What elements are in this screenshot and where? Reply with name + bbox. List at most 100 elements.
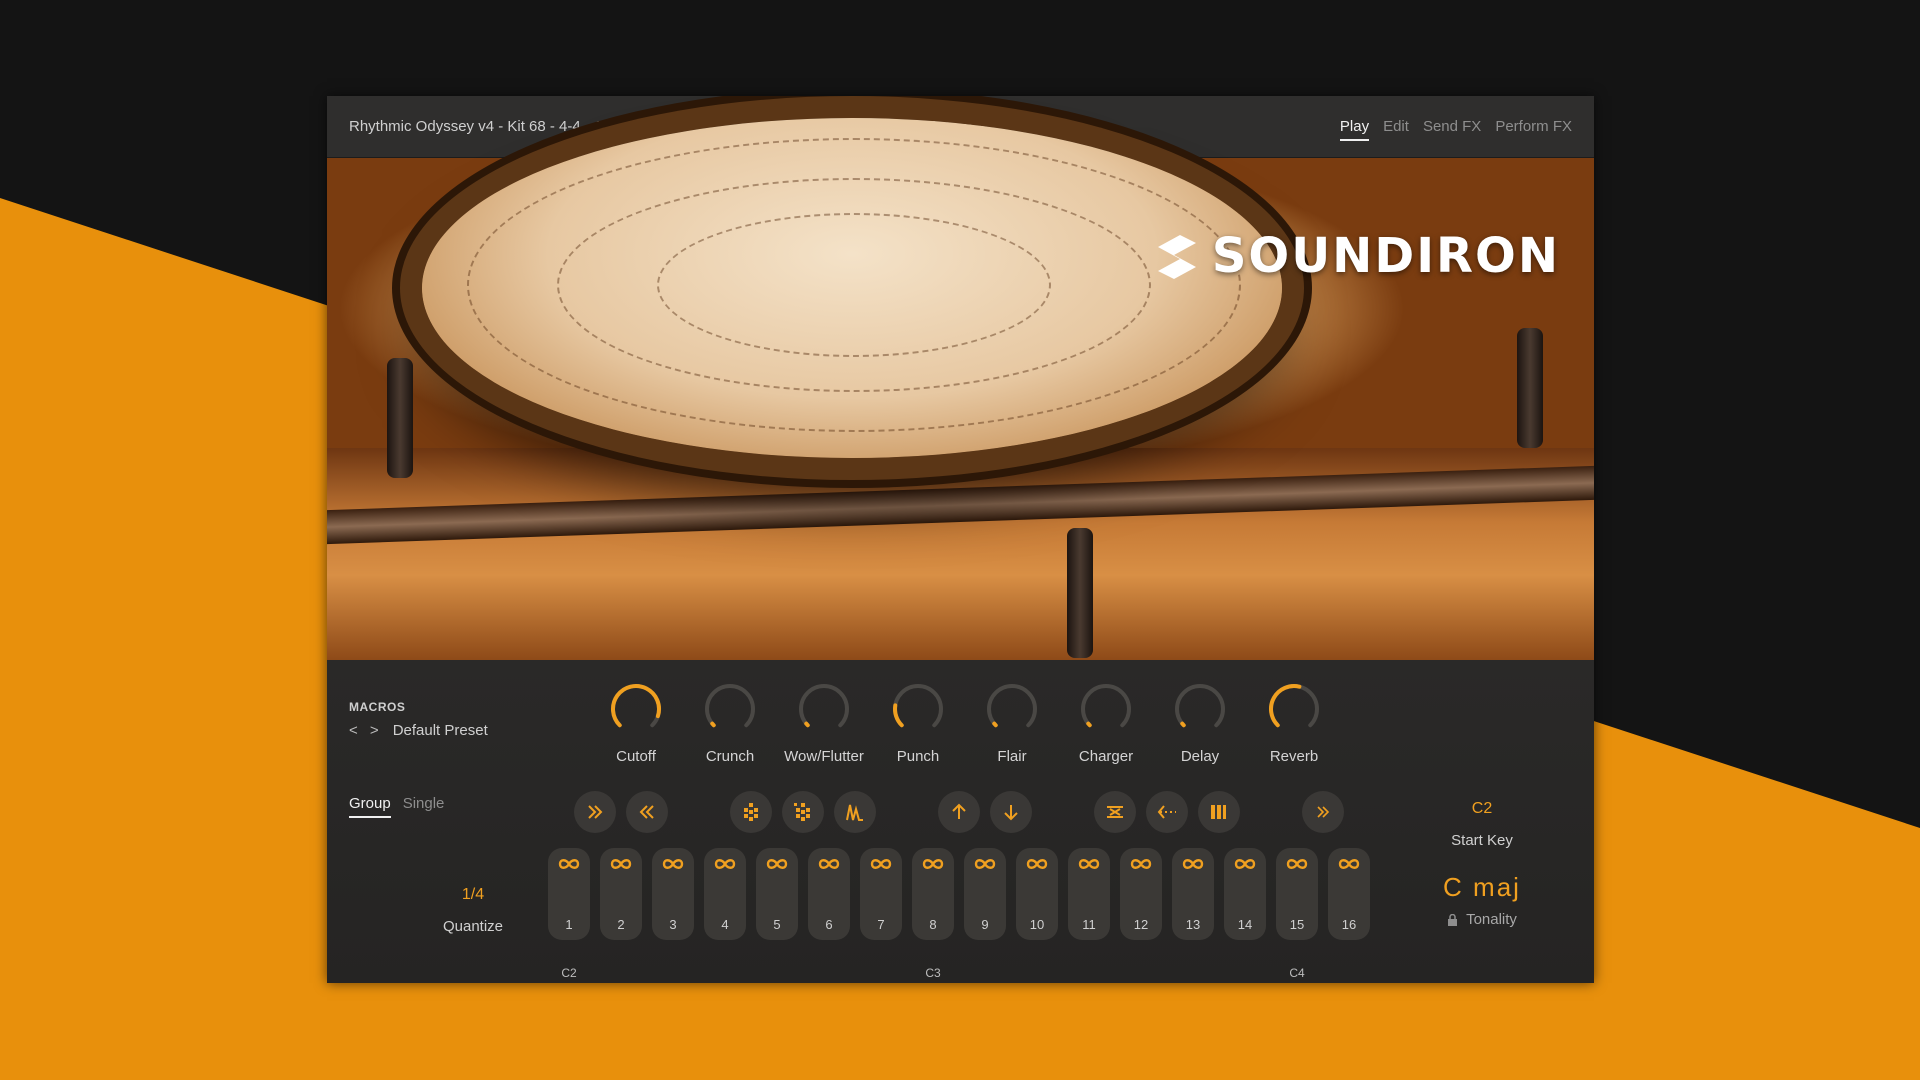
knob-cutoff[interactable]: Cutoff xyxy=(589,682,683,765)
octave-label-c2: C2 xyxy=(561,966,577,980)
tab-edit[interactable]: Edit xyxy=(1383,118,1409,141)
knob-label: Wow/Flutter xyxy=(784,748,864,765)
infinity-icon xyxy=(1078,859,1100,869)
randomize-grid-button[interactable] xyxy=(782,791,824,833)
arrow-down-button[interactable] xyxy=(990,791,1032,833)
infinity-icon xyxy=(766,859,788,869)
double-chevron-left-button[interactable] xyxy=(626,791,668,833)
knob-flair[interactable]: Flair xyxy=(965,682,1059,765)
arrow-down-icon xyxy=(1004,805,1018,821)
start-key-control[interactable]: C2 Start Key xyxy=(1417,800,1547,849)
pad-number: 16 xyxy=(1341,917,1357,932)
soundiron-logo: SOUNDIRON xyxy=(1150,228,1560,284)
pad-number: 8 xyxy=(929,917,937,932)
tonality-label-row: Tonality xyxy=(1417,911,1547,928)
double-chevron-right-button[interactable] xyxy=(574,791,616,833)
tab-perform-fx[interactable]: Perform FX xyxy=(1495,118,1572,141)
knob-label: Reverb xyxy=(1269,748,1319,765)
tab-single[interactable]: Single xyxy=(403,795,445,818)
loop-pad-16[interactable]: 16 xyxy=(1328,848,1370,940)
shuffle-grid-button[interactable] xyxy=(730,791,772,833)
arrow-up-icon xyxy=(952,803,966,819)
infinity-icon xyxy=(1182,859,1204,869)
tab-group[interactable]: Group xyxy=(349,795,391,818)
bars-button[interactable] xyxy=(1198,791,1240,833)
main-nav: Play Edit Send FX Perform FX xyxy=(1339,118,1572,141)
knob-wow-flutter[interactable]: Wow/Flutter xyxy=(777,682,871,765)
knob-crunch[interactable]: Crunch xyxy=(683,682,777,765)
knob-label: Punch xyxy=(896,748,940,765)
tonality-value[interactable]: C maj xyxy=(1417,872,1547,903)
forward-icon xyxy=(1317,806,1330,818)
macro-preset-selector: < > Default Preset xyxy=(349,722,488,739)
reverse-icon xyxy=(1157,805,1176,819)
preset-title: Rhythmic Odyssey v4 - Kit 68 - 4-4 - 150… xyxy=(349,118,649,135)
tonality-key[interactable]: C xyxy=(1443,872,1464,902)
quantize-control[interactable]: 1/4 Quantize xyxy=(423,886,523,935)
infinity-icon xyxy=(610,859,632,869)
loop-pad-9[interactable]: 9 xyxy=(964,848,1006,940)
loop-pad-6[interactable]: 6 xyxy=(808,848,850,940)
knob-dial[interactable] xyxy=(891,682,945,736)
infinity-icon xyxy=(1338,859,1360,869)
knob-dial[interactable] xyxy=(797,682,851,736)
drumhead-pattern xyxy=(657,213,1051,357)
loop-pad-2[interactable]: 2 xyxy=(600,848,642,940)
drum-lug xyxy=(387,358,413,478)
quantize-value[interactable]: 1/4 xyxy=(423,886,523,904)
knob-delay[interactable]: Delay xyxy=(1153,682,1247,765)
knob-dial[interactable] xyxy=(1173,682,1227,736)
knob-label: Delay xyxy=(1180,748,1220,765)
loop-pad-4[interactable]: 4 xyxy=(704,848,746,940)
tab-play[interactable]: Play xyxy=(1339,118,1370,141)
envelope-button[interactable] xyxy=(834,791,876,833)
loop-pad-12[interactable]: 12 xyxy=(1120,848,1162,940)
knob-dial[interactable] xyxy=(985,682,1039,736)
knob-punch[interactable]: Punch xyxy=(871,682,965,765)
pad-number: 12 xyxy=(1133,917,1149,932)
loop-pad-11[interactable]: 11 xyxy=(1068,848,1110,940)
knob-charger[interactable]: Charger xyxy=(1059,682,1153,765)
macro-preset-name[interactable]: Default Preset xyxy=(393,722,488,739)
knob-dial[interactable] xyxy=(1079,682,1133,736)
start-key-value[interactable]: C2 xyxy=(1417,800,1547,818)
loop-pad-5[interactable]: 5 xyxy=(756,848,798,940)
knob-dial[interactable] xyxy=(1267,682,1321,736)
loop-pad-8[interactable]: 8 xyxy=(912,848,954,940)
swap-button[interactable] xyxy=(1094,791,1136,833)
pad-number: 6 xyxy=(825,917,833,932)
pad-number: 10 xyxy=(1029,917,1045,932)
pad-number: 14 xyxy=(1237,917,1253,932)
infinity-icon xyxy=(870,859,892,869)
loop-pad-3[interactable]: 3 xyxy=(652,848,694,940)
lock-icon[interactable] xyxy=(1447,913,1458,926)
loop-pad-1[interactable]: 1 xyxy=(548,848,590,940)
pad-number: 5 xyxy=(773,917,781,932)
preset-prev-next-arrows[interactable]: < > xyxy=(349,722,383,739)
loop-pad-14[interactable]: 14 xyxy=(1224,848,1266,940)
drum-lug xyxy=(1517,328,1543,448)
loop-pad-10[interactable]: 10 xyxy=(1016,848,1058,940)
knob-dial[interactable] xyxy=(703,682,757,736)
tab-send-fx[interactable]: Send FX xyxy=(1423,118,1481,141)
knob-value-arc xyxy=(804,721,810,728)
reverse-button[interactable] xyxy=(1146,791,1188,833)
pad-number: 7 xyxy=(877,917,885,932)
knob-reverb[interactable]: Reverb xyxy=(1247,682,1341,765)
knob-value-arc xyxy=(1180,721,1186,728)
tonality-scale[interactable]: maj xyxy=(1473,872,1521,902)
start-key-label: Start Key xyxy=(1451,832,1513,849)
soundiron-mark-icon xyxy=(1157,235,1196,279)
arrow-up-button[interactable] xyxy=(938,791,980,833)
loop-pad-15[interactable]: 15 xyxy=(1276,848,1318,940)
loop-pad-13[interactable]: 13 xyxy=(1172,848,1214,940)
forward-button[interactable] xyxy=(1302,791,1344,833)
double-chevron-right-icon xyxy=(588,805,603,819)
pad-number: 3 xyxy=(669,917,677,932)
tonality-label: Tonality xyxy=(1466,911,1517,928)
tonality-control[interactable]: C maj Tonality xyxy=(1417,872,1547,928)
knob-value-arc xyxy=(1269,684,1302,728)
knob-dial[interactable] xyxy=(609,682,663,736)
infinity-icon xyxy=(1130,859,1152,869)
loop-pad-7[interactable]: 7 xyxy=(860,848,902,940)
